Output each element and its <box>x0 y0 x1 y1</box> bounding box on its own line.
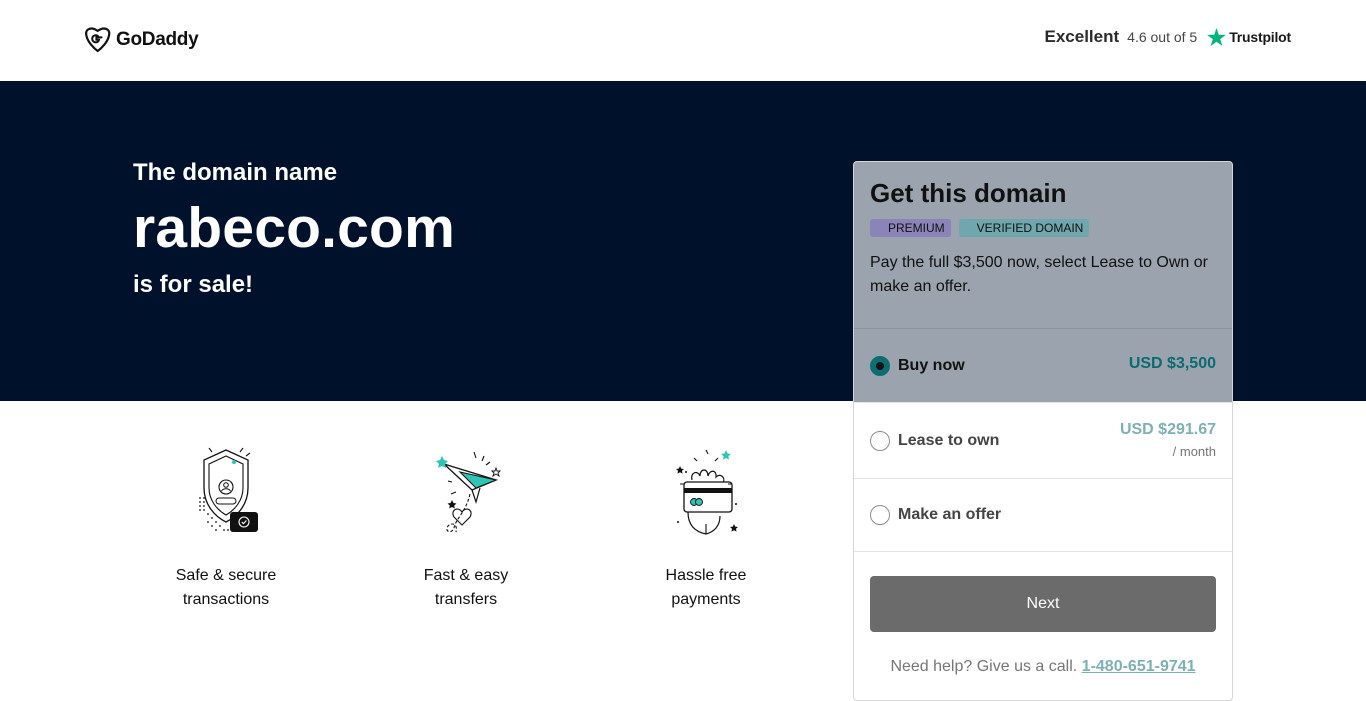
badge-row: PREMIUM VERIFIED DOMAIN <box>870 219 1216 237</box>
option-lease-to-own[interactable]: Lease to own USD $291.67 / month <box>854 402 1232 478</box>
lease-price: USD $291.67 <box>1119 421 1216 438</box>
features-list: Safe & secure transactions Fast & easy t… <box>106 440 826 620</box>
paper-plane-icon <box>346 440 586 540</box>
rating-word: Excellent <box>1044 27 1120 46</box>
option-buy-now[interactable]: Buy now USD $3,500 <box>854 328 1232 402</box>
trustpilot-name: Trustpilot <box>1229 29 1291 45</box>
card-description: Pay the full $3,500 now, select Lease to… <box>870 254 1208 295</box>
option-label: Lease to own <box>898 431 1000 449</box>
feature-secure: Safe & secure transactions <box>106 440 346 612</box>
top-bar: GoDaddy Excellent 4.6 out of 5 Trustpilo… <box>0 0 1366 81</box>
premium-badge: PREMIUM <box>870 219 951 237</box>
help-text: Need help? Give us a call. <box>890 658 1078 675</box>
trustpilot-logo: Trustpilot <box>1207 28 1291 46</box>
help-line: Need help? Give us a call. 1-480-651-974… <box>870 658 1216 676</box>
logo-text: GoDaddy <box>116 29 199 50</box>
feature-payments: Hassle free payments <box>586 440 826 612</box>
rating-score: 4.6 out of 5 <box>1127 29 1198 45</box>
option-label: Make an offer <box>898 506 1002 523</box>
lease-to-own-radio[interactable] <box>870 430 890 451</box>
godaddy-logo-icon <box>85 27 111 53</box>
card-title: Get this domain <box>870 178 1067 208</box>
make-offer-radio[interactable] <box>870 505 890 525</box>
next-button[interactable]: Next <box>870 576 1216 632</box>
card-hand-icon <box>586 440 826 540</box>
shield-icon <box>106 440 346 540</box>
card-footer: Next Need help? Give us a call. 1-480-65… <box>854 551 1232 691</box>
lease-period: / month <box>1172 444 1216 459</box>
feature-label: Hassle free payments <box>665 567 747 608</box>
lease-price-block: USD $291.67 / month <box>1120 421 1216 459</box>
trustpilot-star-icon <box>1207 28 1227 46</box>
godaddy-logo[interactable]: GoDaddy <box>84 27 199 53</box>
domain-name: rabeco.com <box>133 196 455 260</box>
help-phone-link[interactable]: 1-480-651-9741 <box>1082 658 1196 675</box>
buy-now-radio[interactable] <box>870 355 890 376</box>
feature-transfer: Fast & easy transfers <box>346 440 586 612</box>
feature-label: Safe & secure transactions <box>175 567 277 608</box>
trustpilot-rating[interactable]: Excellent 4.6 out of 5 Trustpilot <box>1044 27 1291 47</box>
purchase-card: Get this domain PREMIUM VERIFIED DOMAIN … <box>853 161 1233 701</box>
feature-label: Fast & easy transfers <box>423 567 509 608</box>
buy-now-price: USD $3,500 <box>1128 355 1216 372</box>
verified-domain-badge: VERIFIED DOMAIN <box>958 219 1090 237</box>
option-label: Buy now <box>898 356 965 374</box>
card-header: Get this domain PREMIUM VERIFIED DOMAIN … <box>854 162 1232 328</box>
option-make-offer[interactable]: Make an offer <box>854 478 1232 551</box>
hero-lead: The domain name <box>133 159 338 186</box>
hero-tail: is for sale! <box>133 271 254 298</box>
